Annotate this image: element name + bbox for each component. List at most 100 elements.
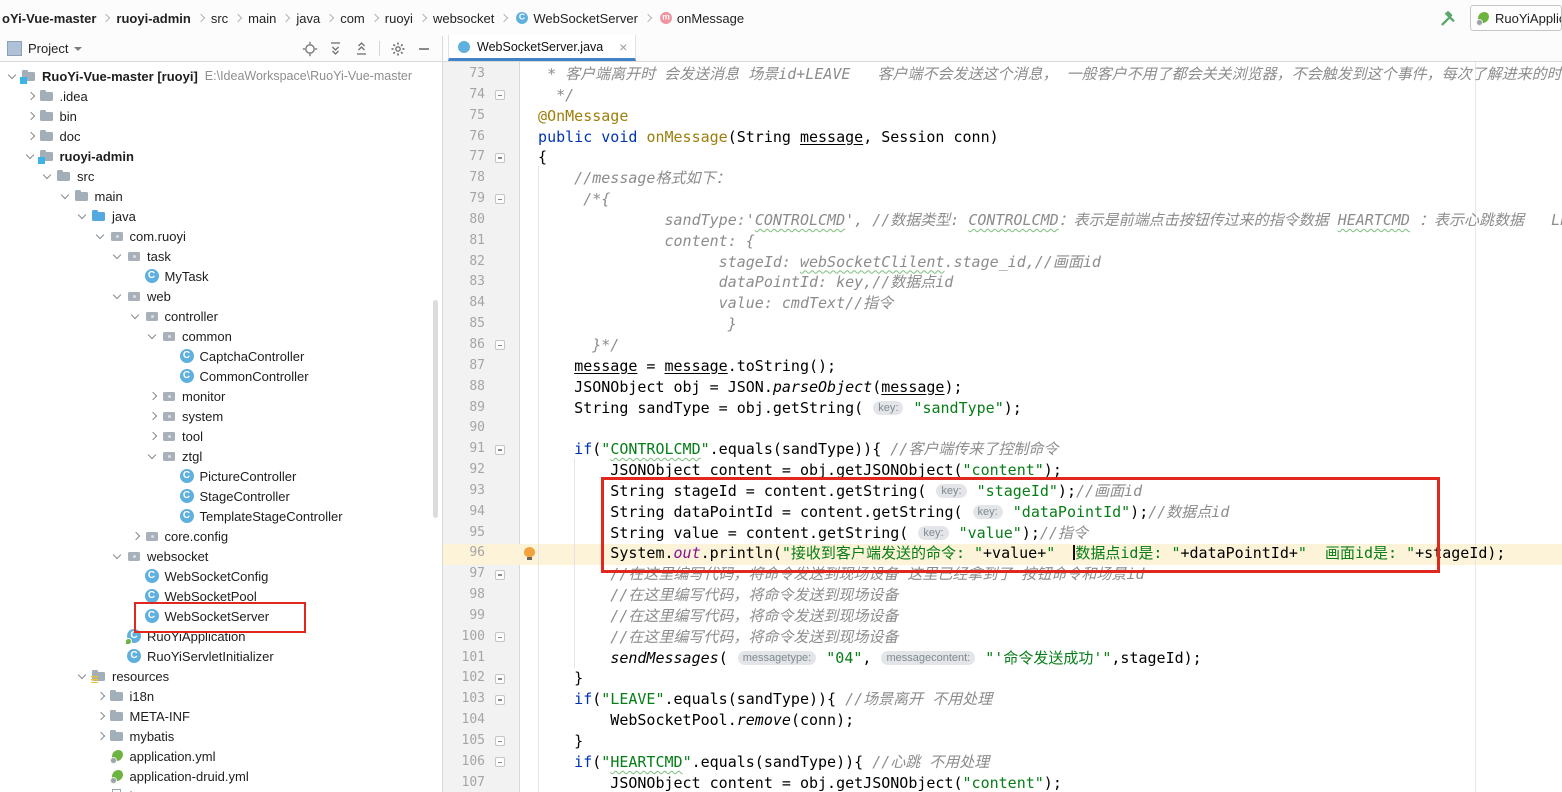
- tree-item-.idea[interactable]: .idea: [0, 86, 442, 106]
- breadcrumb-item-main[interactable]: main: [248, 11, 276, 26]
- code-line-99[interactable]: //在这里编写代码，将命令发送到现场设备: [520, 606, 1562, 627]
- fold-marker-icon[interactable]: [495, 736, 505, 746]
- tree-item-templatestagecontroller[interactable]: CTemplateStageController: [0, 506, 442, 526]
- tree-item-ruoyi-vue-master-ruoyi-[interactable]: RuoYi-Vue-master [ruoyi]E:\IdeaWorkspace…: [0, 66, 442, 86]
- chevron-right-icon[interactable]: [23, 108, 39, 124]
- breadcrumb-item-onmessage[interactable]: monMessage: [658, 10, 744, 26]
- chevron-right-icon[interactable]: [145, 408, 161, 424]
- breadcrumb-item-oyi-vue-master[interactable]: oYi-Vue-master: [2, 11, 96, 26]
- code-line-82[interactable]: stageId: webSocketClilent.stage_id,//画面i…: [520, 252, 1562, 273]
- code-line-83[interactable]: dataPointId: key,//数据点id: [520, 272, 1562, 293]
- tree-item-ruoyi-admin[interactable]: ruoyi-admin: [0, 146, 442, 166]
- tree-item-websocket[interactable]: websocket: [0, 546, 442, 566]
- collapse-all-icon[interactable]: [353, 40, 370, 57]
- fold-marker-icon[interactable]: [495, 153, 505, 163]
- code-line-100[interactable]: //在这里编写代码，将命令发送到现场设备: [520, 627, 1562, 648]
- tree-item-monitor[interactable]: monitor: [0, 386, 442, 406]
- tree-item-controller[interactable]: controller: [0, 306, 442, 326]
- chevron-down-icon[interactable]: [75, 668, 91, 684]
- chevron-down-icon[interactable]: [5, 68, 21, 84]
- chevron-down-icon[interactable]: [23, 148, 39, 164]
- tree-item-tool[interactable]: tool: [0, 426, 442, 446]
- chevron-right-icon[interactable]: [128, 528, 144, 544]
- breadcrumb-item-websocketserver[interactable]: CWebSocketServer: [514, 10, 638, 26]
- tree-item-picturecontroller[interactable]: CPictureController: [0, 466, 442, 486]
- chevron-right-icon[interactable]: [93, 708, 109, 724]
- code-line-88[interactable]: JSONObject obj = JSON.parseObject(messag…: [520, 377, 1562, 398]
- breadcrumb-item-src[interactable]: src: [211, 11, 228, 26]
- tree-item-system[interactable]: system: [0, 406, 442, 426]
- chevron-down-icon[interactable]: [110, 248, 126, 264]
- tree-item-meta-inf[interactable]: META-INF: [0, 706, 442, 726]
- settings-gear-icon[interactable]: [389, 40, 406, 57]
- tree-item-task[interactable]: task: [0, 246, 442, 266]
- fold-marker-icon[interactable]: [495, 194, 505, 204]
- tree-item-commoncontroller[interactable]: CCommonController: [0, 366, 442, 386]
- breadcrumb-item-ruoyi[interactable]: ruoyi: [385, 11, 413, 26]
- code-line-103[interactable]: if("LEAVE".equals(sandType)){ //场景离开 不用处…: [520, 689, 1562, 710]
- code-line-104[interactable]: WebSocketPool.remove(conn);: [520, 710, 1562, 731]
- code-line-102[interactable]: }: [520, 668, 1562, 689]
- tree-item-captchacontroller[interactable]: CCaptchaController: [0, 346, 442, 366]
- run-configuration-select[interactable]: RuoYiApplic: [1470, 5, 1562, 31]
- tree-item-application.yml[interactable]: application.yml: [0, 746, 442, 766]
- chevron-down-icon[interactable]: [58, 188, 74, 204]
- tree-scrollbar[interactable]: [433, 300, 438, 518]
- chevron-down-icon[interactable]: [40, 168, 56, 184]
- chevron-down-icon[interactable]: [128, 308, 144, 324]
- code-line-85[interactable]: }: [520, 314, 1562, 335]
- fold-marker-icon[interactable]: [495, 632, 505, 642]
- tree-item-stagecontroller[interactable]: CStageController: [0, 486, 442, 506]
- code-line-89[interactable]: String sandType = obj.getString( key: "s…: [520, 398, 1562, 419]
- chevron-down-icon[interactable]: [110, 288, 126, 304]
- code-line-79[interactable]: /*{: [520, 189, 1562, 210]
- code-line-80[interactable]: sandType:'CONTROLCMD', //数据类型: CONTROLCM…: [520, 210, 1562, 231]
- code-line-84[interactable]: value: cmdText//指令: [520, 293, 1562, 314]
- tree-item-common[interactable]: common: [0, 326, 442, 346]
- code-editor[interactable]: 7374757677787980818283848586878889909192…: [443, 62, 1562, 792]
- breadcrumb-item-java[interactable]: java: [296, 11, 320, 26]
- chevron-right-icon[interactable]: [93, 728, 109, 744]
- tree-item-mytask[interactable]: CMyTask: [0, 266, 442, 286]
- code-line-91[interactable]: if("CONTROLCMD".equals(sandType)){ //客户端…: [520, 439, 1562, 460]
- code-line-86[interactable]: }*/: [520, 335, 1562, 356]
- tree-item-java[interactable]: java: [0, 206, 442, 226]
- code-area[interactable]: * 客户端离开时 会发送消息 场景id+LEAVE 客户端不会发送这个消息， 一…: [520, 64, 1562, 792]
- breadcrumb-item-ruoyi-admin[interactable]: ruoyi-admin: [116, 11, 190, 26]
- intention-bulb-icon[interactable]: [523, 547, 536, 560]
- fold-marker-icon[interactable]: [495, 674, 505, 684]
- code-line-101[interactable]: sendMessages( messagetype: "04", message…: [520, 648, 1562, 669]
- fold-marker-icon[interactable]: [495, 570, 505, 580]
- code-line-81[interactable]: content: {: [520, 231, 1562, 252]
- code-line-77[interactable]: {: [520, 147, 1562, 168]
- tree-item-websocketconfig[interactable]: CWebSocketConfig: [0, 566, 442, 586]
- chevron-down-icon[interactable]: [110, 548, 126, 564]
- code-line-74[interactable]: */: [520, 85, 1562, 106]
- chevron-down-icon[interactable]: [145, 448, 161, 464]
- tree-item-application-druid.yml[interactable]: application-druid.yml: [0, 766, 442, 786]
- project-panel-title[interactable]: Project: [28, 41, 68, 56]
- code-line-76[interactable]: public void onMessage(String message, Se…: [520, 127, 1562, 148]
- expand-all-icon[interactable]: [327, 40, 344, 57]
- fold-marker-icon[interactable]: [495, 695, 505, 705]
- tree-item-ztgl[interactable]: ztgl: [0, 446, 442, 466]
- chevron-right-icon[interactable]: [23, 128, 39, 144]
- hide-panel-icon[interactable]: [415, 40, 432, 57]
- code-line-90[interactable]: [520, 418, 1562, 439]
- tree-item-i18n[interactable]: i18n: [0, 686, 442, 706]
- code-line-73[interactable]: * 客户端离开时 会发送消息 场景id+LEAVE 客户端不会发送这个消息， 一…: [520, 64, 1562, 85]
- chevron-right-icon[interactable]: [23, 88, 39, 104]
- locate-file-icon[interactable]: [301, 40, 318, 57]
- code-line-106[interactable]: if("HEARTCMD".equals(sandType)){ //心跳 不用…: [520, 752, 1562, 773]
- fold-marker-icon[interactable]: [495, 90, 505, 100]
- code-line-105[interactable]: }: [520, 731, 1562, 752]
- fold-marker-icon[interactable]: [495, 340, 505, 350]
- tree-item-web[interactable]: web: [0, 286, 442, 306]
- tree-item-doc[interactable]: doc: [0, 126, 442, 146]
- project-dropdown-caret[interactable]: [74, 47, 82, 51]
- fold-marker-icon[interactable]: [495, 445, 505, 455]
- chevron-down-icon[interactable]: [75, 208, 91, 224]
- code-line-75[interactable]: @OnMessage: [520, 106, 1562, 127]
- tab-close-icon[interactable]: ×: [619, 40, 627, 54]
- code-line-107[interactable]: JSONObject content = obj.getJSONObject("…: [520, 773, 1562, 792]
